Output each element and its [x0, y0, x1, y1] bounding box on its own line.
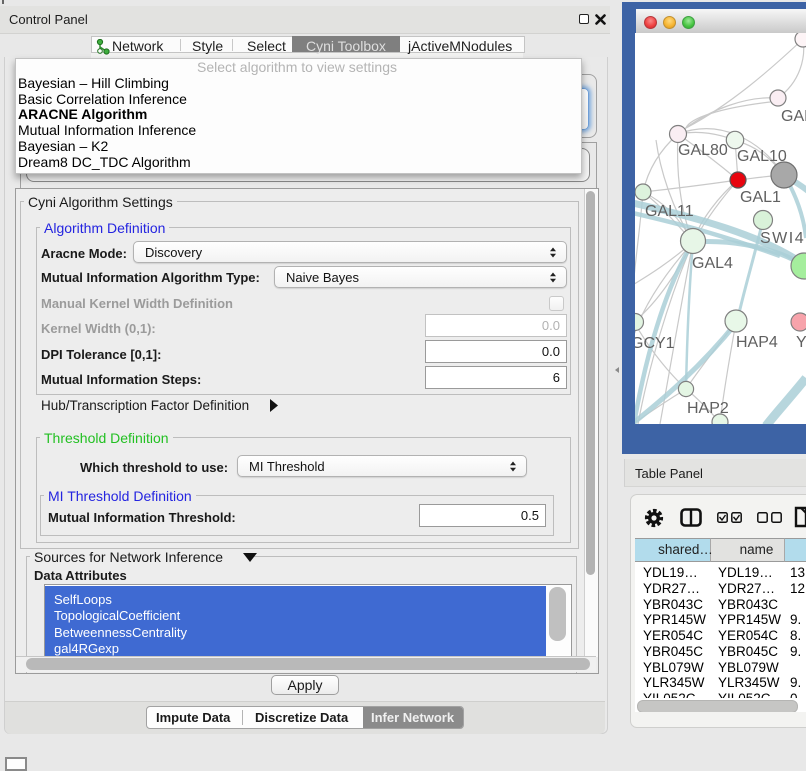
svg-text:GAL10: GAL10	[737, 148, 787, 165]
svg-text:SWI4: SWI4	[760, 230, 805, 247]
svg-text:GAL11: GAL11	[645, 203, 694, 220]
svg-text:GCY1: GCY1	[635, 335, 675, 352]
svg-text:Y: Y	[796, 334, 806, 351]
svg-text:GAL80: GAL80	[678, 142, 728, 159]
svg-text:GAL4: GAL4	[692, 255, 733, 272]
svg-text:GAL1: GAL1	[740, 189, 781, 206]
svg-text:HAP2: HAP2	[687, 400, 729, 417]
svg-text:HAP4: HAP4	[736, 334, 778, 351]
svg-text:GAL7: GAL7	[781, 108, 806, 125]
